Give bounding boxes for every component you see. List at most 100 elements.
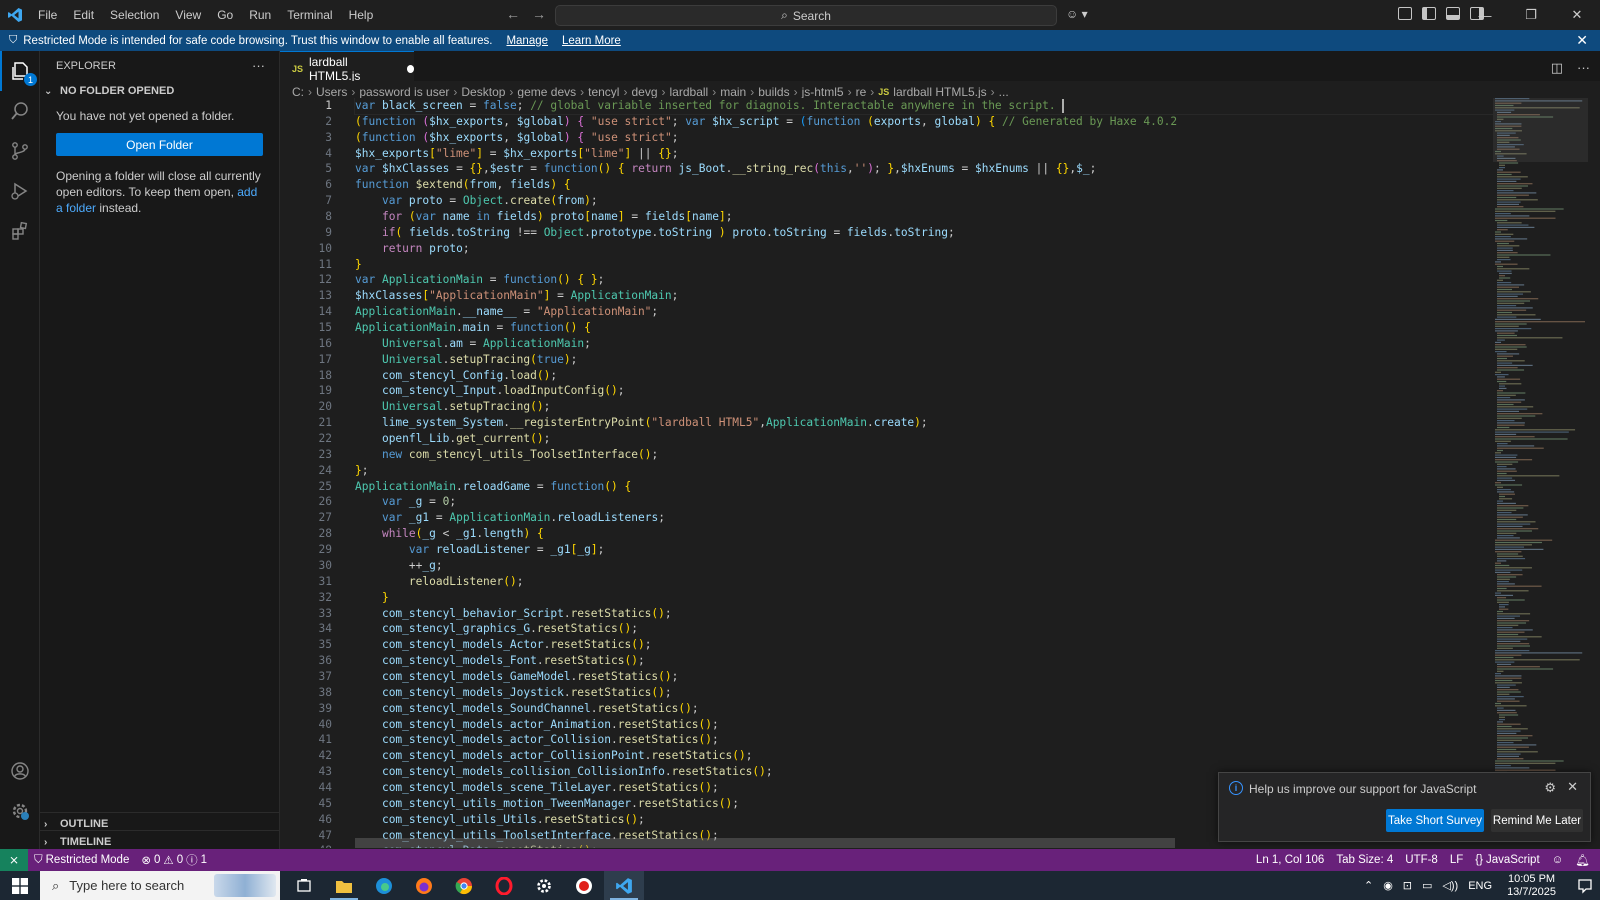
code-line[interactable]: com_stencyl_models_GameModel.resetStatic…: [355, 669, 1493, 685]
restricted-mode-status[interactable]: ⛉ Restricted Mode: [28, 854, 135, 867]
menu-terminal[interactable]: Terminal: [279, 0, 340, 30]
code-editor[interactable]: 1 2 3 4 5 6 7 8 9 10 11 12 13 14 15 16 17 18 19 20 21 22 23 24 2…: [280, 98, 1493, 848]
remote-indicator-icon[interactable]: ⨯: [0, 849, 28, 871]
problems-status[interactable]: ⊗ 0 ⚠ 0 ⓘ 1: [135, 852, 213, 868]
code-line[interactable]: com_stencyl_behavior_Script.resetStatics…: [355, 606, 1493, 622]
code-lines[interactable]: var black_screen = false; // global vari…: [354, 98, 1493, 848]
search-view-icon[interactable]: [0, 91, 40, 131]
code-line[interactable]: com_stencyl_models_Actor.resetStatics();: [355, 637, 1493, 653]
code-line[interactable]: (function ($hx_exports, $global) { "use …: [355, 114, 1493, 130]
minimap-slider[interactable]: [1493, 98, 1588, 162]
volume-icon[interactable]: ◁)): [1442, 879, 1458, 892]
code-line[interactable]: ApplicationMain.__name__ = "ApplicationM…: [355, 304, 1493, 320]
vscode-taskbar-icon[interactable]: [604, 871, 644, 900]
code-line[interactable]: com_stencyl_Config.load();: [355, 368, 1493, 384]
editor-more-actions-icon[interactable]: ···: [1577, 60, 1590, 76]
breadcrumb-item[interactable]: tencyl: [588, 85, 619, 99]
horizontal-scrollbar[interactable]: [355, 838, 1175, 848]
code-line[interactable]: var _g = 0;: [355, 494, 1493, 510]
settings-gear-icon[interactable]: [524, 871, 564, 900]
code-line[interactable]: $hxClasses["ApplicationMain"] = Applicat…: [355, 288, 1493, 304]
code-line[interactable]: com_stencyl_models_Font.resetStatics();: [355, 653, 1493, 669]
breadcrumb-item[interactable]: Desktop: [461, 85, 505, 99]
breadcrumb-item[interactable]: ...: [999, 85, 1009, 99]
menu-edit[interactable]: Edit: [65, 0, 102, 30]
code-line[interactable]: var black_screen = false; // global vari…: [354, 98, 1493, 115]
command-center-search[interactable]: ⌕ Search: [555, 5, 1057, 26]
code-line[interactable]: while(_g < _g1.length) {: [355, 526, 1493, 542]
breadcrumb-item[interactable]: js-html5: [802, 85, 844, 99]
split-editor-icon[interactable]: ◫: [1551, 60, 1563, 76]
remind-later-button[interactable]: Remind Me Later: [1491, 809, 1583, 832]
breadcrumb-item[interactable]: builds: [758, 85, 789, 99]
extensions-icon[interactable]: [0, 211, 40, 251]
code-line[interactable]: com_stencyl_Input.loadInputConfig();: [355, 383, 1493, 399]
toggle-primary-sidebar-icon[interactable]: [1422, 7, 1436, 20]
tab-size-status[interactable]: Tab Size: 4: [1330, 854, 1399, 866]
manage-gear-icon[interactable]: [0, 791, 40, 831]
code-line[interactable]: return proto;: [355, 241, 1493, 257]
code-line[interactable]: }: [355, 590, 1493, 606]
edge-browser-icon[interactable]: [364, 871, 404, 900]
code-line[interactable]: com_stencyl_models_actor_Animation.reset…: [355, 717, 1493, 733]
code-line[interactable]: Universal.setupTracing();: [355, 399, 1493, 415]
code-line[interactable]: for (var name in fields) proto[name] = f…: [355, 209, 1493, 225]
windows-start-icon[interactable]: [0, 871, 40, 900]
code-line[interactable]: reloadListener();: [355, 574, 1493, 590]
learn-more-link[interactable]: Learn More: [562, 35, 621, 47]
language-mode-status[interactable]: {} JavaScript: [1469, 854, 1545, 866]
minimize-icon[interactable]: —: [1462, 0, 1508, 30]
code-line[interactable]: (function ($hx_exports, $global) { "use …: [355, 130, 1493, 146]
code-line[interactable]: };: [355, 463, 1493, 479]
code-line[interactable]: if( fields.toString !== Object.prototype…: [355, 225, 1493, 241]
code-line[interactable]: }: [355, 257, 1493, 273]
tray-overflow-chevron-icon[interactable]: ⌃: [1364, 879, 1373, 892]
back-arrow-icon[interactable]: ←: [506, 6, 520, 22]
run-debug-icon[interactable]: [0, 171, 40, 211]
code-line[interactable]: new com_stencyl_utils_ToolsetInterface()…: [355, 447, 1493, 463]
menu-view[interactable]: View: [167, 0, 209, 30]
notification-settings-gear-icon[interactable]: ⚙: [1544, 780, 1556, 796]
menu-go[interactable]: Go: [209, 0, 241, 30]
chrome-icon[interactable]: [444, 871, 484, 900]
explorer-icon[interactable]: 1: [0, 51, 40, 91]
code-line[interactable]: var $hxClasses = {},$estr = function() {…: [355, 161, 1493, 177]
network-icon[interactable]: ⊡: [1403, 879, 1412, 892]
code-line[interactable]: Universal.am = ApplicationMain;: [355, 336, 1493, 352]
menu-help[interactable]: Help: [341, 0, 382, 30]
code-line[interactable]: var reloadListener = _g1[_g];: [355, 542, 1493, 558]
code-line[interactable]: lime_system_System.__registerEntryPoint(…: [355, 415, 1493, 431]
close-banner-icon[interactable]: ✕: [1576, 32, 1588, 49]
open-folder-button[interactable]: Open Folder: [56, 133, 263, 156]
battery-icon[interactable]: ▭: [1422, 879, 1432, 892]
close-window-icon[interactable]: ✕: [1554, 0, 1600, 30]
code-line[interactable]: com_stencyl_models_Joystick.resetStatics…: [355, 685, 1493, 701]
restore-icon[interactable]: ❐: [1508, 0, 1554, 30]
customize-layout-icon[interactable]: [1398, 7, 1412, 20]
task-view-icon[interactable]: [284, 871, 324, 900]
breadcrumb-item[interactable]: geme devs: [517, 85, 576, 99]
source-control-icon[interactable]: [0, 131, 40, 171]
file-explorer-icon[interactable]: [324, 871, 364, 900]
no-folder-section-header[interactable]: ⌄ NO FOLDER OPENED: [40, 80, 279, 102]
record-icon[interactable]: [564, 871, 604, 900]
code-line[interactable]: com_stencyl_models_actor_CollisionPoint.…: [355, 748, 1493, 764]
breadcrumb-item[interactable]: devg: [631, 85, 657, 99]
copilot-icon[interactable]: ☺ ▾: [1066, 7, 1088, 21]
code-line[interactable]: com_stencyl_graphics_G.resetStatics();: [355, 621, 1493, 637]
breadcrumb-item[interactable]: re: [856, 85, 867, 99]
encoding-status[interactable]: UTF-8: [1399, 854, 1444, 866]
code-line[interactable]: ApplicationMain.reloadGame = function() …: [355, 479, 1493, 495]
taskbar-search[interactable]: ⌕ Type here to search: [40, 871, 280, 900]
unsaved-dot-icon[interactable]: [406, 65, 414, 73]
code-line[interactable]: openfl_Lib.get_current();: [355, 431, 1493, 447]
cursor-position-status[interactable]: Ln 1, Col 106: [1250, 854, 1330, 866]
more-actions-icon[interactable]: ···: [252, 58, 265, 73]
close-notification-icon[interactable]: ✕: [1567, 779, 1578, 795]
code-line[interactable]: ++_g;: [355, 558, 1493, 574]
code-line[interactable]: ApplicationMain.main = function() {: [355, 320, 1493, 336]
manage-link[interactable]: Manage: [506, 35, 548, 47]
copilot-status-icon[interactable]: ☺: [1546, 854, 1570, 866]
toggle-panel-icon[interactable]: [1446, 7, 1460, 20]
forward-arrow-icon[interactable]: →: [532, 6, 546, 22]
